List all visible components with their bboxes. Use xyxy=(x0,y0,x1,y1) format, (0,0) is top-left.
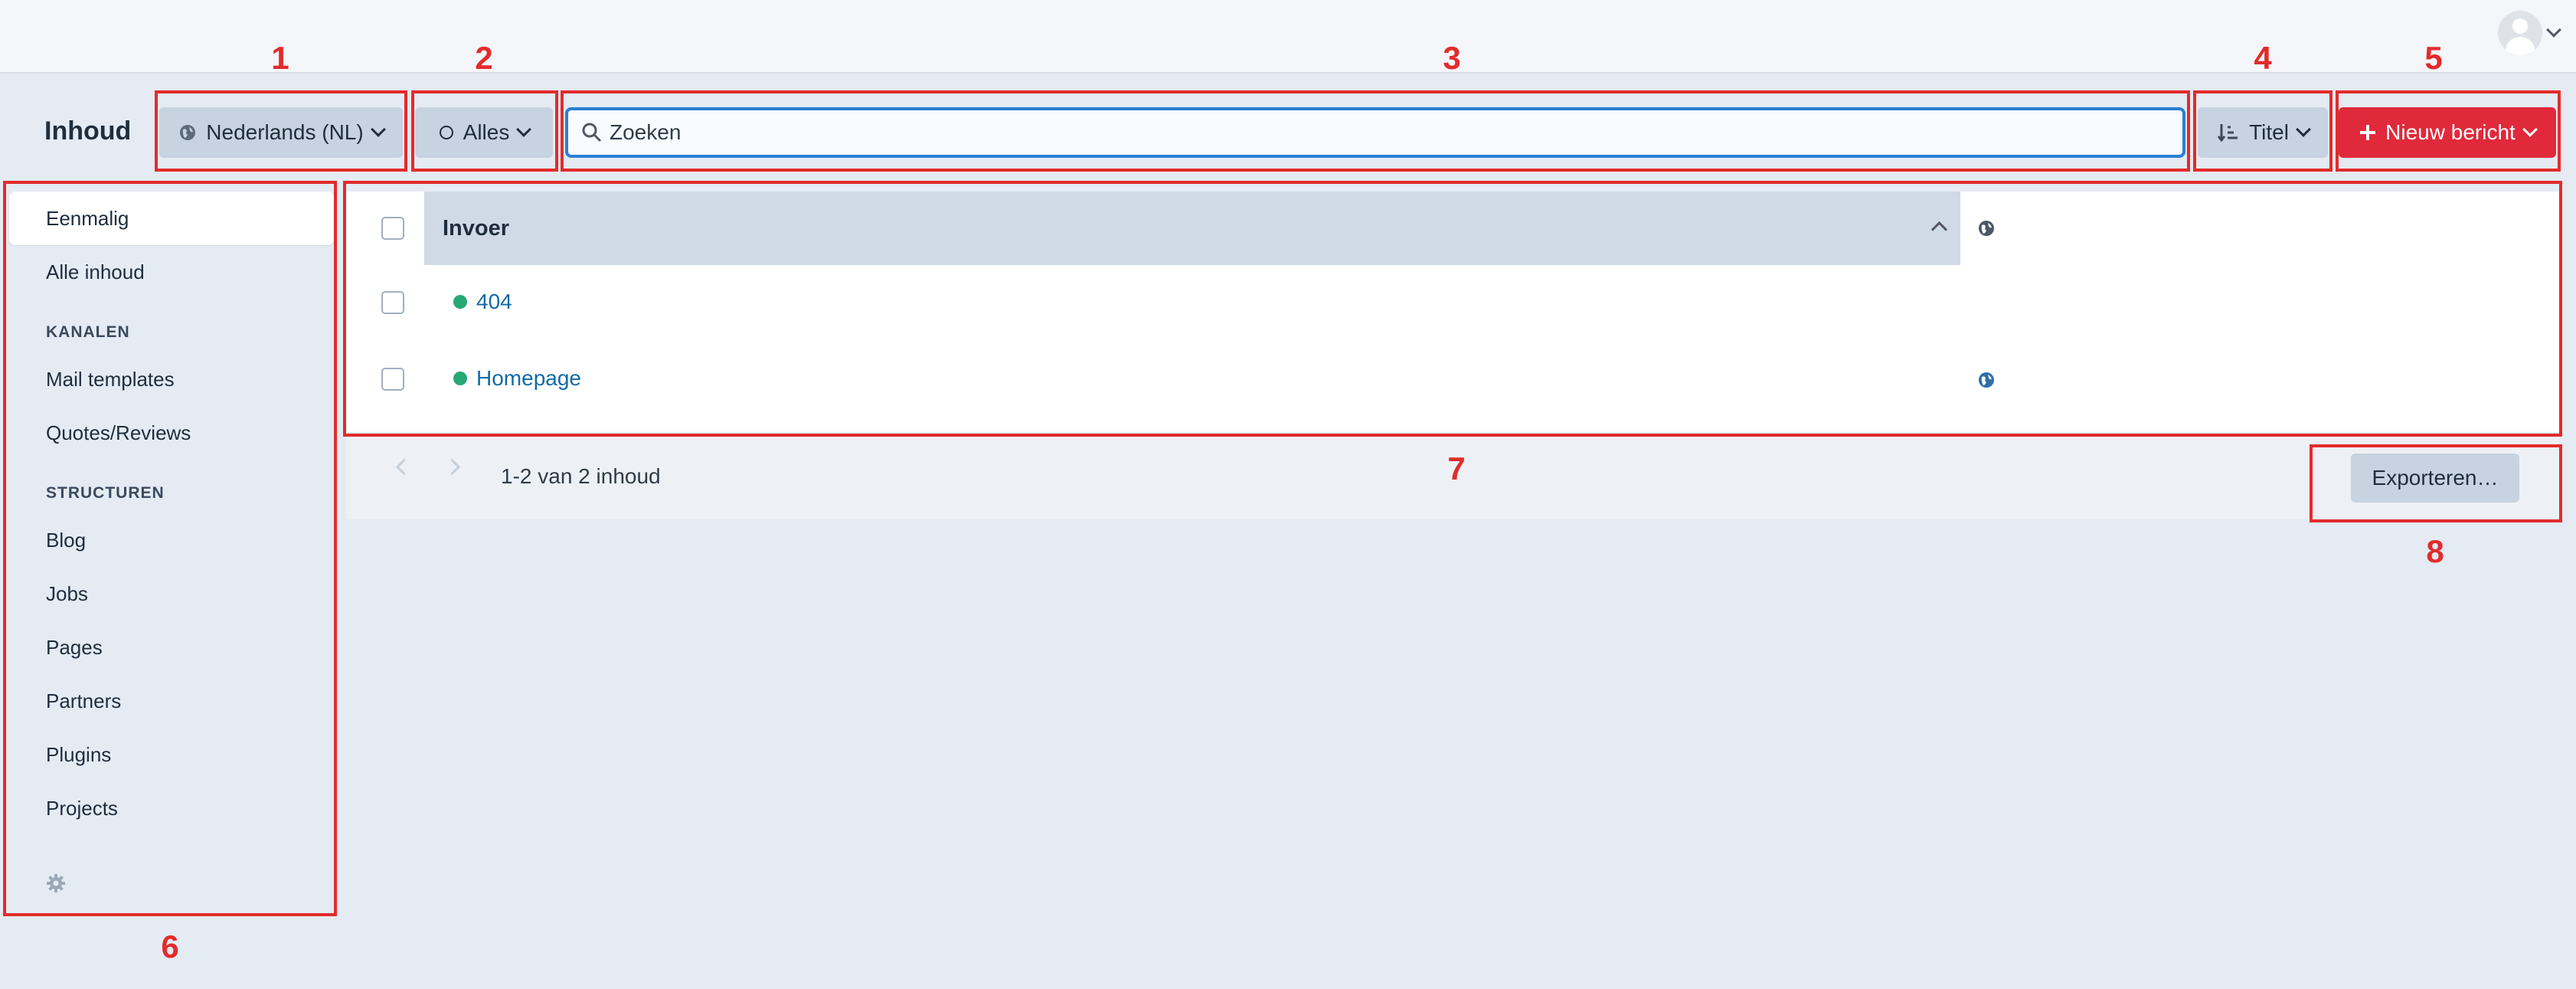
annotation-number: 6 xyxy=(161,928,179,964)
chevron-down-icon[interactable] xyxy=(2546,22,2561,38)
annotation-number: 4 xyxy=(2254,40,2272,76)
chevron-left-icon[interactable] xyxy=(395,458,413,476)
annotation-box xyxy=(561,90,2190,172)
annotation-number: 3 xyxy=(1443,40,1461,76)
pagination xyxy=(395,458,461,476)
chevron-right-icon[interactable] xyxy=(443,458,461,476)
annotation-box xyxy=(3,181,337,916)
annotation-box xyxy=(155,90,407,172)
annotation-number: 7 xyxy=(1447,450,1466,486)
annotation-box xyxy=(343,181,2562,437)
top-bar xyxy=(0,0,2576,74)
annotation-number: 1 xyxy=(271,40,289,76)
annotation-box xyxy=(411,90,558,172)
annotation-box xyxy=(2336,90,2561,172)
page-title: Inhoud xyxy=(44,116,132,146)
annotation-number: 5 xyxy=(2424,40,2443,76)
annotation-number: 8 xyxy=(2426,533,2444,569)
user-avatar-icon[interactable] xyxy=(2498,11,2542,55)
pagination-text: 1-2 van 2 inhoud xyxy=(501,464,661,488)
annotation-number: 2 xyxy=(475,40,493,76)
annotation-box xyxy=(2310,444,2562,522)
user-menu[interactable] xyxy=(2498,11,2561,55)
annotation-box xyxy=(2193,90,2332,172)
